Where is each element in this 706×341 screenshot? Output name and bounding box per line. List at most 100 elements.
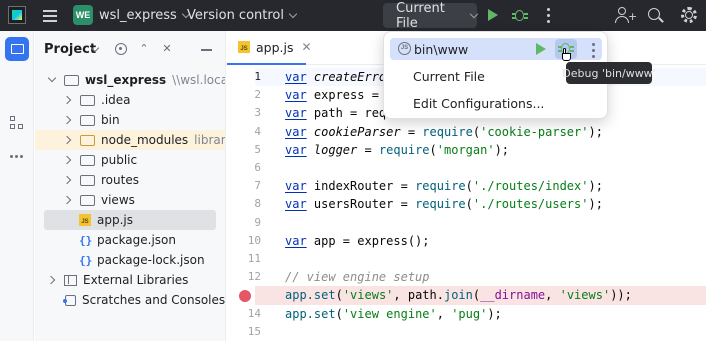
line-number[interactable]: 10 (227, 232, 261, 250)
tree-row-package-lock-json[interactable]: {} package-lock.json (35, 250, 225, 270)
line-number[interactable]: 4 (227, 123, 261, 141)
menu-item-current-file[interactable]: Current File (413, 69, 485, 84)
code-line-7[interactable]: var indexRouter = require('./routes/inde… (285, 177, 603, 195)
chevron-right-icon[interactable] (47, 275, 57, 285)
tree-item-label: bin (101, 113, 120, 127)
tab-app-js[interactable]: JS app.js ✕ (227, 31, 312, 65)
tree-item-label: node_modules (101, 133, 189, 147)
chevron-right-icon[interactable] (63, 95, 73, 105)
code-line-14[interactable]: app.set('view engine', 'pug'); (285, 305, 502, 323)
run-icon[interactable] (536, 43, 546, 55)
project-badge[interactable]: WE (73, 5, 93, 25)
close-tab-icon[interactable]: ✕ (302, 40, 312, 54)
locate-file-icon[interactable] (115, 43, 127, 55)
tree-item-label: package-lock.json (97, 253, 205, 267)
code-line-2[interactable]: var express = r (285, 86, 393, 104)
code-line-10[interactable]: var app = express(); (285, 232, 430, 250)
project-panel: Project ⌃ ✕ wsl_express \\wsl.localhos .… (35, 31, 226, 341)
tree-row-scratches[interactable]: Scratches and Consoles (35, 290, 226, 310)
tree-row-node-modules[interactable]: node_modules library roo (35, 130, 226, 150)
add-user-icon[interactable]: + (615, 7, 637, 24)
breakpoint-icon[interactable] (239, 290, 251, 302)
vcs-label: Version control (187, 8, 284, 23)
code-line-4[interactable]: var cookieParser = require('cookie-parse… (285, 123, 603, 141)
folder-icon (80, 114, 95, 126)
code-line-13[interactable]: app.set('views', path.join(__dirname, 'v… (255, 286, 706, 305)
library-folder-icon (80, 134, 95, 146)
ide-logo-icon[interactable] (8, 6, 26, 24)
tree-row-views[interactable]: views (35, 190, 225, 210)
tree-item-hint: \\wsl.localhos (172, 73, 226, 87)
tree-row-idea[interactable]: .idea (35, 90, 225, 110)
tree-item-label: Scratches and Consoles (82, 293, 226, 307)
scratches-icon (63, 294, 76, 306)
tree-row-package-json[interactable]: {} package.json (35, 230, 225, 250)
expand-all-icon[interactable]: ⌃ (138, 43, 150, 55)
more-actions-icon[interactable] (592, 43, 596, 58)
title-bar: WE wsl_express Version control Current F… (0, 0, 706, 31)
project-panel-title[interactable]: Project (44, 42, 96, 57)
chevron-down-icon (470, 9, 479, 18)
more-actions-icon[interactable] (547, 8, 551, 23)
line-number[interactable]: 5 (227, 141, 261, 159)
tree-row-app-js[interactable]: JS app.js (44, 210, 216, 230)
line-number[interactable]: 12 (227, 268, 261, 286)
tree-row-wsl-express[interactable]: wsl_express \\wsl.localhos (35, 70, 226, 90)
code-line-8[interactable]: var usersRouter = require('./routes/user… (285, 195, 603, 213)
tab-label: app.js (256, 39, 294, 55)
search-icon[interactable] (648, 8, 664, 24)
line-number[interactable]: 7 (227, 177, 261, 195)
tree-item-label: External Libraries (83, 273, 189, 287)
line-number[interactable]: 9 (227, 214, 261, 232)
tree-item-hint: library roo (194, 133, 226, 147)
line-number[interactable]: 8 (227, 195, 261, 213)
chevron-right-icon[interactable] (63, 195, 73, 205)
menu-item-edit-configurations[interactable]: Edit Configurations... (413, 96, 544, 111)
line-number[interactable]: 2 (227, 86, 261, 104)
code-line-5[interactable]: var logger = require('morgan'); (285, 141, 509, 159)
line-number[interactable]: 3 (227, 104, 261, 122)
run-config-item-label: bin\www (414, 42, 469, 57)
chevron-right-icon[interactable] (63, 155, 73, 165)
line-number[interactable]: 15 (227, 323, 261, 341)
line-number[interactable]: 14 (227, 305, 261, 323)
chevron-down-icon[interactable] (47, 75, 57, 85)
run-icon[interactable] (488, 9, 498, 21)
chevron-right-icon[interactable] (63, 135, 73, 145)
collapse-all-icon[interactable]: ✕ (161, 43, 173, 55)
chevron-down-icon (288, 9, 298, 18)
chevron-right-icon[interactable] (63, 175, 73, 185)
line-number[interactable]: 6 (227, 159, 261, 177)
more-tool-windows-icon[interactable] (10, 155, 23, 158)
tool-window-strip (0, 31, 34, 341)
tree-row-external-libraries[interactable]: External Libraries (35, 270, 225, 290)
tree-item-label: app.js (97, 213, 133, 227)
run-config-selector[interactable]: Current File (383, 0, 479, 31)
tree-row-public[interactable]: public (35, 150, 225, 170)
javascript-file-icon: JS (79, 214, 91, 226)
project-selector[interactable]: wsl_express (99, 0, 191, 31)
folder-icon (64, 74, 79, 86)
code-line-12[interactable]: // view engine setup (285, 268, 430, 286)
settings-gear-icon[interactable] (681, 7, 697, 23)
folder-icon (80, 174, 95, 186)
tree-item-label: public (101, 153, 138, 167)
options-icon[interactable] (181, 43, 193, 55)
tree-row-routes[interactable]: routes (35, 170, 225, 190)
line-number[interactable]: 11 (227, 250, 261, 268)
javascript-file-icon: JS (238, 41, 250, 53)
structure-icon[interactable] (10, 116, 24, 130)
line-number[interactable]: 1 (227, 68, 261, 86)
tree-item-label: views (101, 193, 135, 207)
vcs-selector[interactable]: Version control (187, 0, 298, 31)
tree-item-label: wsl_express (85, 73, 167, 87)
project-tool-folder-icon[interactable] (5, 37, 29, 61)
main-menu-icon[interactable] (41, 0, 59, 31)
hide-panel-icon[interactable] (201, 49, 212, 51)
chevron-right-icon[interactable] (63, 115, 73, 125)
tree-row-bin[interactable]: bin (35, 110, 225, 130)
run-config-label: Current File (396, 0, 445, 31)
code-line-3[interactable]: var path = requ (285, 104, 393, 122)
debug-icon[interactable] (512, 7, 528, 24)
nodejs-config-icon: JS (398, 42, 411, 55)
